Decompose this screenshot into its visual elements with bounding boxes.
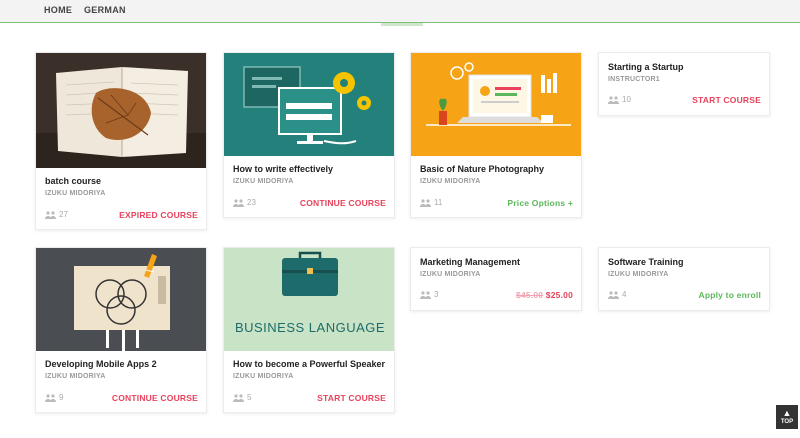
course-title[interactable]: Marketing Management xyxy=(420,257,520,267)
student-count-value: 5 xyxy=(247,393,252,402)
course-title[interactable]: Starting a Startup xyxy=(608,62,684,72)
users-icon xyxy=(608,95,619,104)
course-card[interactable]: How to write effectively IZUKU MIDORIYA … xyxy=(223,52,395,218)
course-card[interactable]: Starting a Startup INSTRUCTOR1 10 START … xyxy=(598,52,770,116)
course-price[interactable]: $45.00 $25.00 xyxy=(516,290,573,300)
student-count-value: 11 xyxy=(434,198,443,207)
student-count-value: 23 xyxy=(247,198,256,207)
course-title[interactable]: Developing Mobile Apps 2 xyxy=(45,359,157,369)
course-action-link[interactable]: START COURSE xyxy=(692,95,761,105)
student-count-value: 10 xyxy=(622,95,631,104)
thumbnail-caption: BUSINESS LANGUAGE xyxy=(234,320,386,335)
nav-home-link[interactable]: HOME xyxy=(44,5,72,15)
course-action-link[interactable]: CONTINUE COURSE xyxy=(300,198,386,208)
users-icon xyxy=(45,210,56,219)
users-icon xyxy=(233,198,244,207)
student-count: 11 xyxy=(420,198,442,207)
course-thumbnail[interactable] xyxy=(224,53,394,156)
course-instructor: IZUKU MIDORIYA xyxy=(608,271,669,278)
course-action-link[interactable]: EXPIRED COURSE xyxy=(119,210,198,220)
apply-to-enroll-link[interactable]: Apply to enroll xyxy=(699,290,762,300)
student-count: 27 xyxy=(45,210,68,219)
users-icon xyxy=(420,198,431,207)
course-action-link[interactable]: START COURSE xyxy=(317,393,386,403)
top-nav: HOME GERMAN xyxy=(0,0,800,23)
course-thumbnail[interactable] xyxy=(36,248,206,351)
course-thumbnail[interactable]: BUSINESS LANGUAGE xyxy=(224,248,394,351)
student-count: 3 xyxy=(420,290,438,299)
users-icon xyxy=(45,393,56,402)
course-card[interactable]: Marketing Management IZUKU MIDORIYA 3 $4… xyxy=(410,247,582,311)
student-count: 5 xyxy=(233,393,251,402)
back-to-top-label: TOP xyxy=(780,419,794,425)
course-card[interactable]: BUSINESS LANGUAGE How to become a Powerf… xyxy=(223,247,395,413)
course-instructor: IZUKU MIDORIYA xyxy=(420,271,481,278)
course-title[interactable]: How to become a Powerful Speaker xyxy=(233,359,385,369)
student-count: 23 xyxy=(233,198,256,207)
course-title[interactable]: batch course xyxy=(45,176,101,186)
student-count: 10 xyxy=(608,95,631,104)
chevron-up-icon: ▲ xyxy=(782,408,792,418)
student-count-value: 9 xyxy=(59,393,64,402)
student-count-value: 4 xyxy=(622,290,627,299)
course-card[interactable]: Basic of Nature Photography IZUKU MIDORI… xyxy=(410,52,582,218)
course-instructor: IZUKU MIDORIYA xyxy=(420,178,481,185)
course-thumbnail[interactable] xyxy=(411,53,581,156)
nav-german-link[interactable]: GERMAN xyxy=(84,5,126,15)
student-count-value: 3 xyxy=(434,290,439,299)
nav-active-indicator xyxy=(381,23,423,26)
price-options-link[interactable]: Price Options + xyxy=(507,198,573,208)
users-icon xyxy=(233,393,244,402)
student-count: 4 xyxy=(608,290,626,299)
course-instructor: IZUKU MIDORIYA xyxy=(233,178,294,185)
course-action-link[interactable]: CONTINUE COURSE xyxy=(112,393,198,403)
course-card[interactable]: batch course IZUKU MIDORIYA 27 EXPIRED C… xyxy=(35,52,207,230)
back-to-top-button[interactable]: ▲ TOP xyxy=(776,405,798,429)
course-card[interactable]: Developing Mobile Apps 2 IZUKU MIDORIYA … xyxy=(35,247,207,413)
users-icon xyxy=(608,290,619,299)
course-title[interactable]: Basic of Nature Photography xyxy=(420,164,544,174)
course-title[interactable]: Software Training xyxy=(608,257,684,267)
course-card[interactable]: Software Training IZUKU MIDORIYA 4 Apply… xyxy=(598,247,770,311)
users-icon xyxy=(420,290,431,299)
course-instructor: IZUKU MIDORIYA xyxy=(45,190,106,197)
student-count-value: 27 xyxy=(59,210,68,219)
course-title[interactable]: How to write effectively xyxy=(233,164,333,174)
course-instructor: IZUKU MIDORIYA xyxy=(233,373,294,380)
course-instructor: INSTRUCTOR1 xyxy=(608,76,660,83)
student-count: 9 xyxy=(45,393,63,402)
course-instructor: IZUKU MIDORIYA xyxy=(45,373,106,380)
original-price: $45.00 xyxy=(516,290,544,300)
course-thumbnail[interactable] xyxy=(36,53,206,168)
sale-price: $25.00 xyxy=(545,290,573,300)
